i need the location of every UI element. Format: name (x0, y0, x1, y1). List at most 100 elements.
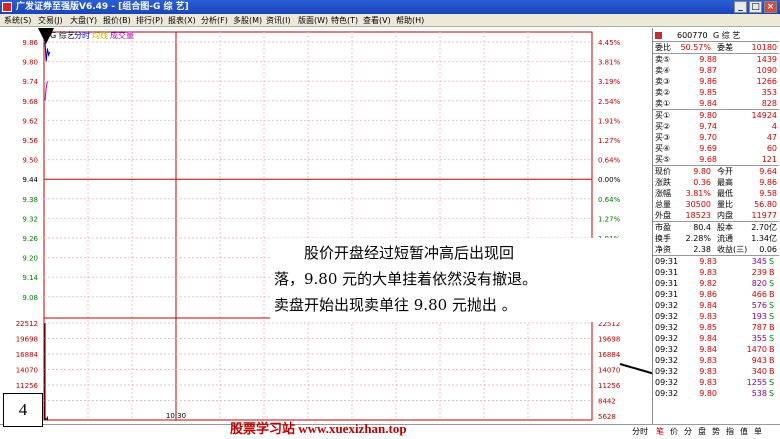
menu-quote[interactable]: 报价(B) (103, 14, 131, 27)
pct-tick-label: 3.19% (598, 78, 621, 86)
avg-line (44, 81, 48, 101)
window-title: 广发证券至强版V6.49 - [组合图-G 综 艺] (16, 2, 189, 12)
annotation-box: 股价开盘经过短暂冲高后出现回 落，9.80 元的大单挂着依然没有撤退。 卖盘开始… (270, 238, 620, 322)
bottom-tab[interactable]: 笔 (656, 425, 664, 439)
sell-level: 卖③ 9.86 1266 (653, 76, 779, 87)
sell-label: 卖④ (655, 66, 671, 75)
sell-volume: 1090 (756, 66, 777, 75)
tick-side: S (769, 378, 775, 387)
menu-market[interactable]: 大盘(Y) (70, 14, 97, 27)
menu-multi[interactable]: 多股(M) (233, 14, 262, 27)
stock-code: 600770 (677, 31, 708, 40)
tick-time: 09:31 (655, 290, 679, 299)
menu-system[interactable]: 系统(S) (4, 14, 31, 27)
bottom-tab[interactable]: 单 (754, 425, 762, 439)
bottom-tab[interactable]: 价 (670, 425, 678, 439)
tick-time: 09:32 (655, 378, 679, 387)
price-tick-label: 9.44 (22, 176, 38, 184)
menu-rank[interactable]: 排行(P) (136, 14, 163, 27)
price-tick-label: 9.74 (22, 78, 38, 86)
tick-side: S (769, 312, 775, 321)
buy-level: 买⑤ 9.68 121 (653, 154, 779, 165)
tick-time: 09:32 (655, 323, 679, 332)
menu-analysis[interactable]: 分析(F) (201, 14, 228, 27)
minimize-button[interactable]: _ (734, 1, 747, 13)
legend-time: 分时 (74, 30, 90, 40)
menu-trade[interactable]: 交易(J) (38, 14, 63, 27)
tick-row: 09:32 9.83 1255 S (653, 377, 779, 388)
price-tick-label: 9.20 (22, 255, 38, 263)
tick-time: 09:31 (655, 257, 679, 266)
pct-tick-label: 1.27% (598, 215, 621, 223)
close-button[interactable]: × (764, 1, 777, 13)
tick-volume: 1255 (746, 378, 767, 387)
tick-volume: 538 (751, 389, 767, 398)
tick-price: 9.83 (699, 268, 717, 277)
menu-view[interactable]: 查看(V) (363, 14, 391, 27)
price-tick-label: 9.68 (22, 98, 38, 106)
stat2-value: 80.4 (693, 223, 711, 232)
sell-label: 卖③ (655, 77, 671, 86)
tick-volume: 1470 (746, 345, 767, 354)
tick-side: B (769, 268, 775, 277)
webi-row: 委比 50.57% 委差 10180 (653, 42, 779, 53)
sell-price: 9.88 (699, 55, 717, 64)
stat-value-2: 9.58 (759, 189, 777, 198)
tick-time: 09:32 (655, 389, 679, 398)
bottom-tab[interactable]: 值 (740, 425, 748, 439)
tick-price: 9.84 (699, 345, 717, 354)
menu-special[interactable]: 特色(T) (331, 14, 358, 27)
buy-level: 买② 9.74 4 (653, 121, 779, 132)
tick-row: 09:32 9.84 576 S (653, 300, 779, 311)
menu-layout[interactable]: 版面(W) (298, 14, 328, 27)
menu-report[interactable]: 报表(X) (168, 14, 196, 27)
tick-price: 9.82 (699, 279, 717, 288)
title-bar: 广发证券至强版V6.49 - [组合图-G 综 艺] _ □ × (0, 0, 780, 14)
menu-info[interactable]: 资讯(I) (266, 14, 291, 27)
price-tick-label: 9.56 (22, 137, 38, 145)
tick-side: S (769, 279, 775, 288)
stat-row: 现价 9.80 今开 9.64 (653, 166, 779, 177)
stat-label-2: 内盘 (717, 211, 733, 220)
pct-tick-label: 3.81% (598, 59, 621, 67)
tick-price: 9.86 (699, 290, 717, 299)
stat-value-2: 9.86 (759, 178, 777, 187)
stat-value-2: 9.64 (759, 167, 777, 176)
time-label: 10:30 (166, 412, 186, 420)
tick-volume: 943 (751, 356, 767, 365)
price-tick-label: 9.08 (22, 294, 38, 302)
price-tick-label: 9.26 (22, 235, 38, 243)
stat2-label-2: 流通 (717, 234, 733, 243)
annotation-line-2: 落，9.80 元的大单挂着依然没有撤退。 (274, 270, 538, 288)
annotation-line-1: 股价开盘经过短暂冲高后出现回 (304, 244, 515, 262)
bottom-tab[interactable]: 盘 (698, 425, 706, 439)
stock-name: G 综 艺 (713, 31, 741, 40)
menu-help[interactable]: 帮助(H) (396, 14, 424, 27)
annotation-line-3: 卖盘开始出现卖单往 9.80 元抛出 。 (274, 296, 517, 314)
bottom-tab[interactable]: 分时 (632, 425, 648, 439)
sell-label: 卖⑤ (655, 55, 671, 64)
stat-label-2: 量比 (717, 200, 733, 209)
vol-tick-label-right: 11256 (598, 382, 621, 390)
quote-panel: 600770 G 综 艺委比 50.57% 委差 10180 卖⑤ 9.88 1439 卖④ 9.… (652, 28, 779, 424)
legend-avg: 均线 (92, 30, 108, 40)
maximize-button[interactable]: □ (749, 1, 762, 13)
weicha-value: 10180 (751, 43, 777, 52)
stat-value-2: 11977 (751, 211, 777, 220)
sell-price: 9.86 (699, 77, 717, 86)
buy-label: 买③ (655, 133, 671, 142)
tick-side: B (769, 323, 775, 332)
tick-side: S (769, 389, 775, 398)
vol-tick-label: 16884 (16, 351, 39, 359)
tick-row: 09:32 9.83 340 B (653, 366, 779, 377)
weicha-label: 委差 (717, 43, 733, 52)
bottom-tab[interactable]: 势 (712, 425, 720, 439)
bottom-tab[interactable]: 指 (726, 425, 734, 439)
buy-label: 买⑤ (655, 155, 671, 164)
pct-tick-label: 1.91% (598, 117, 621, 125)
vol-tick-label-right: 19698 (598, 336, 620, 344)
bottom-tab[interactable]: 分 (684, 425, 692, 439)
intraday-chart[interactable]: 9.86 4.45% 9.80 3.81% 9.74 3.19% 9.68 2.54% 9.62… (0, 28, 742, 437)
menu-bar: 系统(S) 交易(J) 大盘(Y) 报价(B) 排行(P) 报表(X) 分析(F… (0, 14, 780, 27)
tick-price: 9.80 (699, 389, 717, 398)
